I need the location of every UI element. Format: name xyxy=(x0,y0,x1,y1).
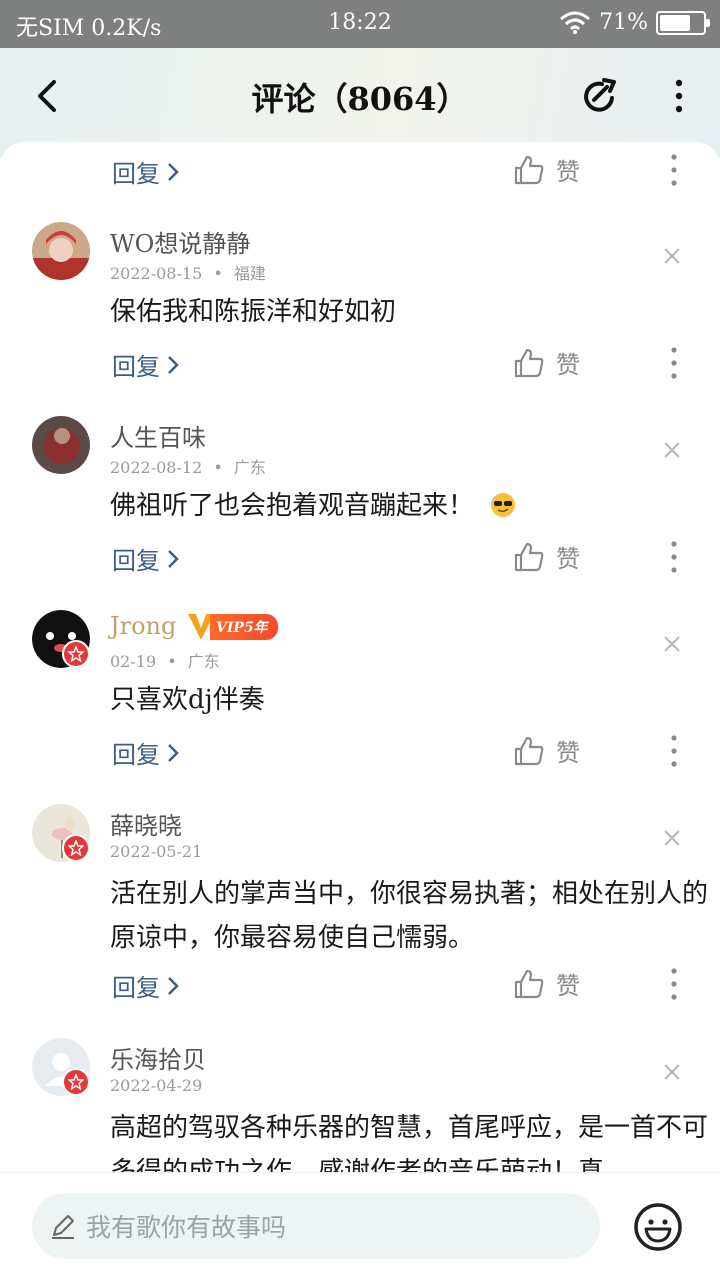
comment-actions: 回复 赞 xyxy=(0,345,720,385)
status-right: 71% xyxy=(559,10,710,35)
comment-item: 乐海拾贝 2022-04-29 高超的驾驭各种乐器的智慧，首尾呼应，是一首不可多… xyxy=(0,1036,720,1172)
comment-author[interactable]: 薛晓晓 xyxy=(110,806,182,841)
reply-button[interactable]: 回复 xyxy=(112,541,180,576)
like-label: 赞 xyxy=(556,351,580,379)
like-button[interactable]: 赞 xyxy=(512,966,580,1001)
reply-label: 回复 xyxy=(112,547,160,575)
reply-label: 回复 xyxy=(112,160,160,188)
chevron-right-icon xyxy=(168,355,179,374)
star-badge-icon xyxy=(62,1068,90,1096)
like-button[interactable]: 赞 xyxy=(512,733,580,768)
comment-location: 福建 xyxy=(233,264,266,283)
thumbs-up-icon xyxy=(514,348,544,377)
close-icon[interactable] xyxy=(662,634,682,654)
comment-meta: 02-19 • 广东 xyxy=(110,648,220,672)
more-icon[interactable] xyxy=(664,76,694,116)
thumbs-up-icon xyxy=(514,969,544,998)
star-badge-icon xyxy=(62,640,90,668)
like-label: 赞 xyxy=(556,545,580,573)
reply-button[interactable]: 回复 xyxy=(112,968,180,1003)
reply-label: 回复 xyxy=(112,741,160,769)
comment-author[interactable]: WO想说静静 xyxy=(110,224,250,259)
battery-icon xyxy=(656,10,710,35)
comment-date: 2022-08-15 xyxy=(110,264,203,283)
status-bar: 无SIM 0.2K/s 18:22 71% xyxy=(0,0,720,48)
like-button[interactable]: 赞 xyxy=(512,152,580,187)
comment-list[interactable]: 回复 赞 WO想说静静 2022-08-15 • 福建 保佑我和陈振洋和好如初 xyxy=(0,142,720,1172)
star-badge-icon xyxy=(62,834,90,862)
comment-date: 2022-04-29 xyxy=(110,1076,203,1095)
comment-actions: 回复 赞 xyxy=(0,966,720,1006)
meta-separator: • xyxy=(213,458,223,477)
comment-author[interactable]: Jrong xyxy=(110,612,176,640)
chevron-right-icon xyxy=(168,162,179,181)
battery-fill xyxy=(660,14,690,31)
comment-meta: 2022-08-15 • 福建 xyxy=(110,260,266,284)
vip-badge: VIP5年 xyxy=(186,610,278,644)
comment-more-icon[interactable] xyxy=(664,966,684,1002)
pencil-icon xyxy=(52,1215,74,1239)
chevron-right-icon xyxy=(168,549,179,568)
comment-date: 02-19 xyxy=(110,652,157,671)
meta-separator: • xyxy=(213,264,223,283)
comment-date: 2022-05-21 xyxy=(110,842,203,861)
comment-item: WO想说静静 2022-08-15 • 福建 保佑我和陈振洋和好如初 回复 赞 xyxy=(0,220,720,410)
comment-more-icon[interactable] xyxy=(664,345,684,381)
thumbs-up-icon xyxy=(514,542,544,571)
comment-date: 2022-08-12 xyxy=(110,458,203,477)
thumbs-up-icon xyxy=(514,736,544,765)
comment-item: 薛晓晓 2022-05-21 活在别人的掌声当中，你很容易执著；相处在别人的原谅… xyxy=(0,802,720,1036)
comment-text: 佛祖听了也会抱着观音蹦起来！ xyxy=(110,491,475,521)
reply-button[interactable]: 回复 xyxy=(112,735,180,770)
close-icon[interactable] xyxy=(662,246,682,266)
comment-author[interactable]: 乐海拾贝 xyxy=(110,1040,206,1075)
like-label: 赞 xyxy=(556,739,580,767)
comment-text-row: 佛祖听了也会抱着观音蹦起来！ xyxy=(110,484,710,528)
comment-item: 人生百味 2022-08-12 • 广东 佛祖听了也会抱着观音蹦起来！ 回复 赞 xyxy=(0,414,720,604)
meta-separator: • xyxy=(167,652,177,671)
comment-more-icon[interactable] xyxy=(664,539,684,575)
share-icon[interactable] xyxy=(580,76,620,116)
comment-actions: 回复 赞 xyxy=(0,539,720,579)
emoji-icon[interactable] xyxy=(632,1201,684,1253)
chevron-right-icon xyxy=(168,743,179,762)
avatar[interactable] xyxy=(32,416,90,474)
like-label: 赞 xyxy=(556,972,580,1000)
cool-emoji-icon xyxy=(491,493,516,517)
comment-input[interactable]: 我有歌你有故事吗 xyxy=(32,1193,600,1259)
comment-text: 保佑我和陈振洋和好如初 xyxy=(110,297,397,327)
comment-more-icon[interactable] xyxy=(664,733,684,769)
comment-text: 只喜欢dj伴奏 xyxy=(110,685,265,715)
bottom-bar: 我有歌你有故事吗 xyxy=(0,1172,720,1280)
battery-percent: 71% xyxy=(599,10,648,35)
comment-location: 广东 xyxy=(187,652,220,671)
reply-button[interactable]: 回复 xyxy=(112,347,180,382)
reply-button[interactable]: 回复 xyxy=(112,154,180,189)
comment-more-icon[interactable] xyxy=(664,152,684,188)
like-label: 赞 xyxy=(556,158,580,186)
comment-input-placeholder: 我有歌你有故事吗 xyxy=(86,1213,287,1242)
close-icon[interactable] xyxy=(662,440,682,460)
comment-actions: 回复 赞 xyxy=(0,733,720,773)
close-icon[interactable] xyxy=(662,1062,682,1082)
comment-item: Jrong VIP5年 02-19 • 广东 只喜欢dj伴奏 回复 赞 xyxy=(0,608,720,798)
like-button[interactable]: 赞 xyxy=(512,539,580,574)
like-button[interactable]: 赞 xyxy=(512,345,580,380)
reply-label: 回复 xyxy=(112,974,160,1002)
close-icon[interactable] xyxy=(662,828,682,848)
comment-location: 广东 xyxy=(233,458,266,477)
comment-text: 活在别人的掌声当中，你很容易执著；相处在别人的原谅中，你最容易使自己懦弱。 xyxy=(110,879,709,953)
chevron-right-icon xyxy=(168,976,179,995)
comment-author[interactable]: 人生百味 xyxy=(110,418,206,453)
reply-label: 回复 xyxy=(112,353,160,381)
vip-label: VIP5年 xyxy=(210,614,278,640)
avatar[interactable] xyxy=(32,222,90,280)
comment-actions: 回复 赞 xyxy=(0,152,720,192)
thumbs-up-icon xyxy=(514,155,544,184)
wifi-icon xyxy=(560,11,591,34)
comment-text: 高超的驾驭各种乐器的智慧，首尾呼应，是一首不可多得的成功之作。感谢作者的音乐萌动… xyxy=(110,1113,709,1172)
comment-meta: 2022-08-12 • 广东 xyxy=(110,454,266,478)
